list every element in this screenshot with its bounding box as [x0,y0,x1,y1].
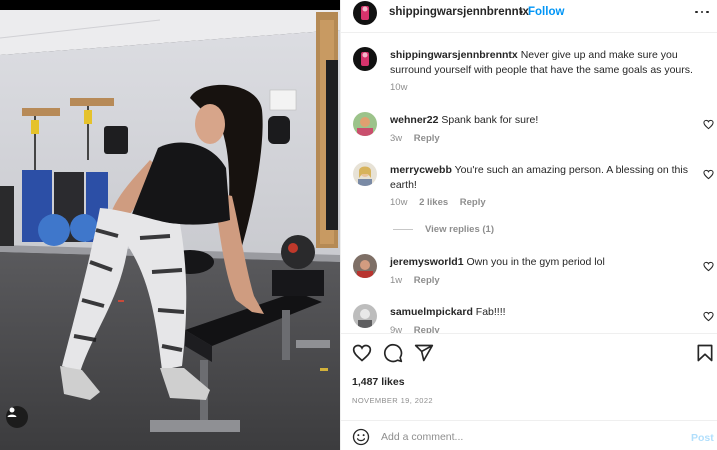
commenter-avatar[interactable] [353,112,377,136]
follow-button[interactable]: Follow [528,6,564,18]
caption-username[interactable]: shippingwarsjennbrenntx [390,49,518,61]
user-silhouette-icon [7,407,17,417]
post-actions-bar [341,334,717,372]
commenter-avatar[interactable] [353,254,377,278]
share-icon[interactable] [414,343,434,363]
reply-button[interactable]: Reply [414,275,440,286]
heart-icon[interactable] [703,261,714,272]
commenter-avatar[interactable] [353,162,377,186]
avatar-image [353,1,377,25]
comment-text: merrycwebb You're such an amazing person… [390,163,702,192]
caption-author-avatar[interactable] [353,47,377,71]
comment-age: 3w [390,133,403,144]
comment-icon[interactable] [383,343,403,363]
comment-username[interactable]: samuelmpickard [390,306,473,318]
gym-photo-illustration [0,0,340,450]
avatar-image [353,304,377,328]
replies-line [393,229,413,230]
comment-username[interactable]: jeremysworld1 [390,256,464,268]
heart-icon[interactable] [352,343,372,363]
heart-icon[interactable] [703,311,714,322]
heart-icon[interactable] [703,169,714,180]
view-replies-label: View replies (1) [425,224,494,235]
caption-text: shippingwarsjennbrenntx Never give up an… [390,48,702,77]
separator-dot: • [519,5,524,19]
caption-meta: 10w [390,82,416,93]
comment-meta: 3w Reply [390,133,449,144]
comment-username[interactable]: merrycwebb [390,164,452,176]
likes-count[interactable]: 1,487 likes [352,376,405,388]
comment-content: Spank bank for sure! [441,114,539,126]
add-comment-bar: Post [341,421,717,450]
user-tag-icon[interactable] [6,406,28,428]
bookmark-icon[interactable] [695,343,715,363]
avatar-image [353,112,377,136]
comment-content: Fab!!!! [475,306,506,318]
header-divider [341,32,717,33]
post-side-panel: shippingwarsjennbrenntx • Follow shippin… [340,0,717,450]
avatar-image [353,254,377,278]
post-date: NOVEMBER 19, 2022 [352,396,434,405]
comment-age: 1w [390,275,403,286]
comment-content: Own you in the gym period lol [466,256,605,268]
view-replies-button[interactable]: View replies (1) [393,224,494,235]
comment-meta: 10w 2 likes Reply [390,197,495,208]
comment-meta: 1w Reply [390,275,449,286]
comment-likes[interactable]: 2 likes [419,197,448,208]
author-username[interactable]: shippingwarsjennbrenntx [389,6,529,18]
comment-text: wehner22 Spank bank for sure! [390,113,702,128]
caption-age: 10w [390,82,408,93]
post-header: shippingwarsjennbrenntx • Follow [341,0,717,26]
post-photo[interactable] [0,0,340,450]
author-avatar[interactable] [353,1,377,25]
reply-button[interactable]: Reply [414,133,440,144]
comment-age: 10w [390,197,408,208]
comment-input[interactable] [381,427,671,447]
emoji-icon[interactable] [352,428,370,446]
comment-text: jeremysworld1 Own you in the gym period … [390,255,702,270]
heart-icon[interactable] [703,119,714,130]
more-options-icon[interactable] [695,6,709,18]
comment-text: samuelmpickard Fab!!!! [390,305,702,320]
avatar-image [353,47,377,71]
commenter-avatar[interactable] [353,304,377,328]
avatar-image [353,162,377,186]
reply-button[interactable]: Reply [460,197,486,208]
post-comment-button[interactable]: Post [691,432,714,444]
comment-username[interactable]: wehner22 [390,114,438,126]
